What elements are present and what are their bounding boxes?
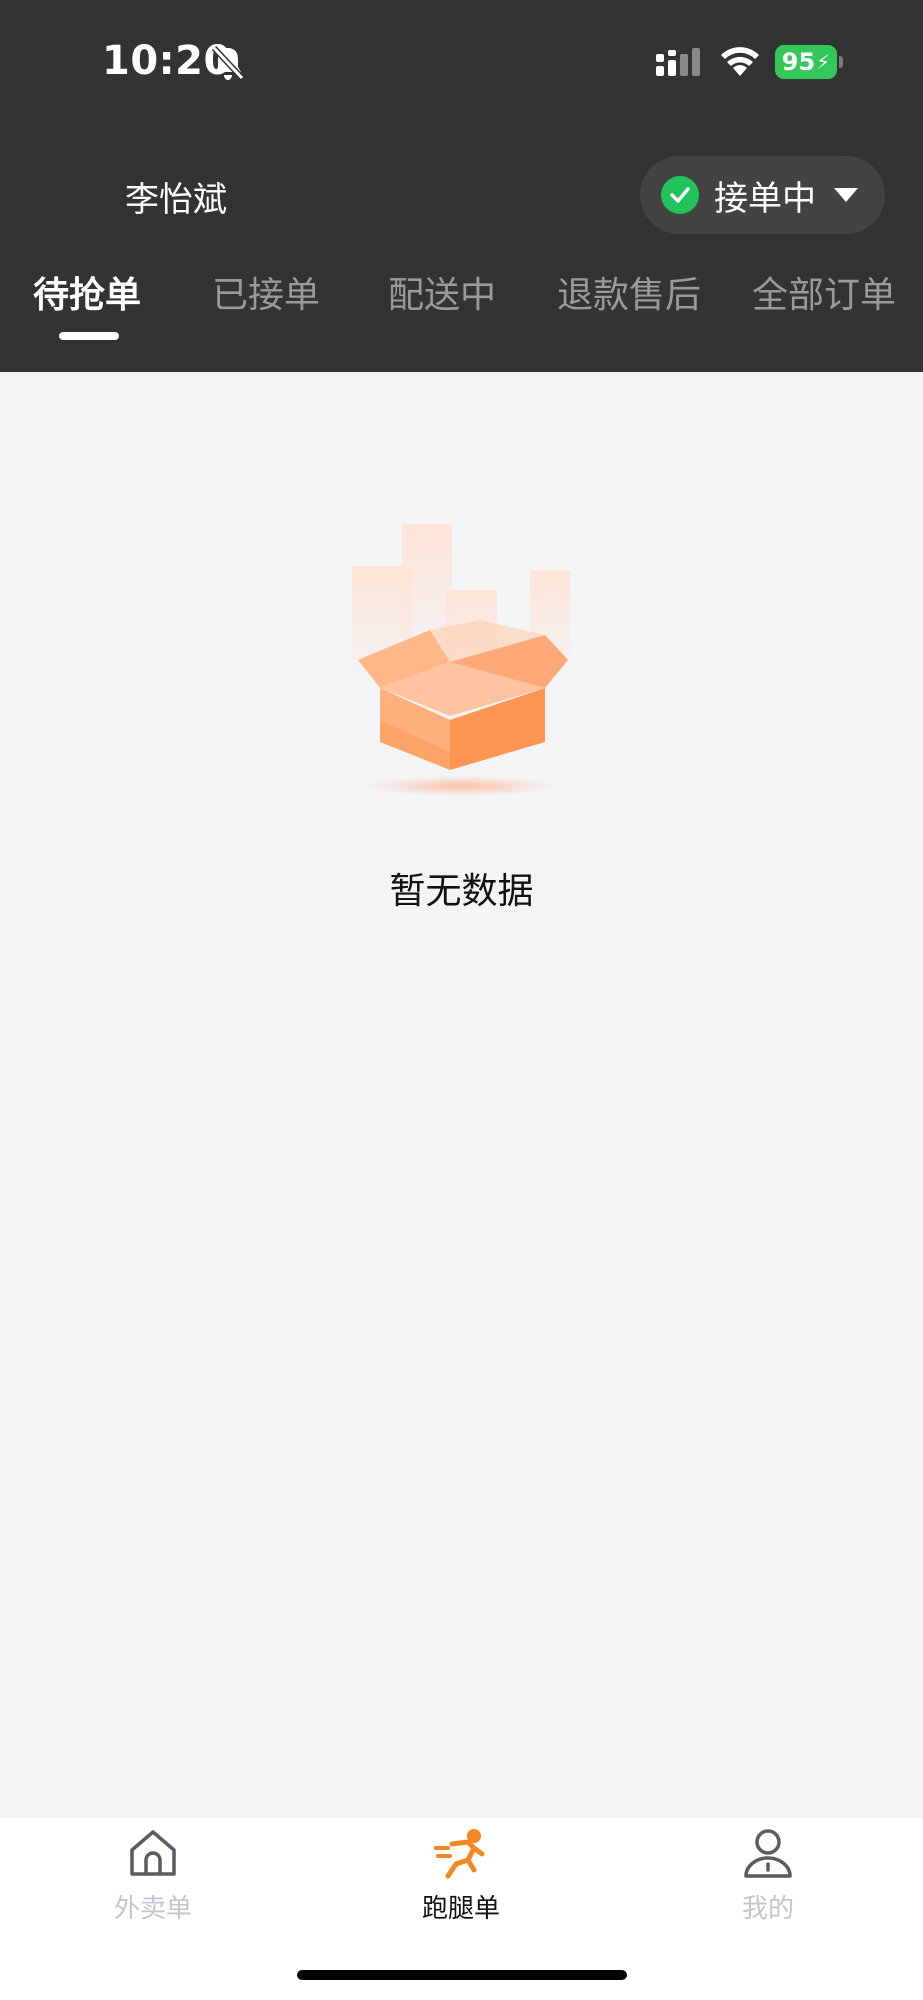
user-icon xyxy=(744,1829,792,1878)
status-bar: 10:20 95 ⚡ xyxy=(0,0,923,125)
cellular-signal-icon xyxy=(656,48,700,76)
empty-box-icon xyxy=(352,524,570,796)
bolt-icon: ⚡ xyxy=(816,50,831,74)
wifi-icon xyxy=(721,47,759,76)
tab-accepted[interactable]: 已接单 xyxy=(212,266,320,318)
tab-refund-after-sales[interactable]: 退款售后 xyxy=(557,266,701,318)
nav-item-takeout[interactable]: 外卖单 xyxy=(53,1818,253,1938)
nav-label-mine: 我的 xyxy=(741,1894,794,1924)
tab-all-orders[interactable]: 全部订单 xyxy=(752,266,896,318)
bell-slash-icon xyxy=(211,45,245,81)
battery-level: 95 ⚡ xyxy=(775,45,837,79)
order-status-dropdown[interactable]: 接单中 xyxy=(640,156,885,234)
page: 10:20 95 ⚡ 李怡斌 接单中 待抢单 已接单 配送中 退款售后 全部订单… xyxy=(0,0,923,2000)
battery-cap xyxy=(839,56,843,68)
tab-delivering[interactable]: 配送中 xyxy=(388,266,496,318)
empty-state-message: 暂无数据 xyxy=(389,871,534,912)
home-icon xyxy=(130,1830,176,1876)
check-circle-icon xyxy=(661,176,699,214)
user-name: 李怡斌 xyxy=(125,180,227,220)
order-tabs: 待抢单 已接单 配送中 退款售后 全部订单 xyxy=(0,258,923,348)
runner-icon xyxy=(434,1829,485,1879)
nav-label-errand: 跑腿单 xyxy=(421,1894,500,1924)
battery-charging-icon: 95 ⚡ xyxy=(775,45,843,79)
header: 10:20 95 ⚡ 李怡斌 接单中 待抢单 已接单 配送中 退款售后 全部订单 xyxy=(0,0,923,372)
nav-item-mine[interactable]: 我的 xyxy=(668,1818,868,1938)
active-tab-indicator xyxy=(59,332,119,340)
caret-down-icon xyxy=(834,188,858,202)
nav-label-takeout: 外卖单 xyxy=(113,1894,192,1924)
nav-item-errand[interactable]: 跑腿单 xyxy=(361,1818,561,1938)
order-status-label: 接单中 xyxy=(714,178,816,219)
battery-percent: 95 xyxy=(781,48,816,76)
tab-pending-grab[interactable]: 待抢单 xyxy=(33,266,141,318)
home-indicator xyxy=(297,1970,627,1980)
